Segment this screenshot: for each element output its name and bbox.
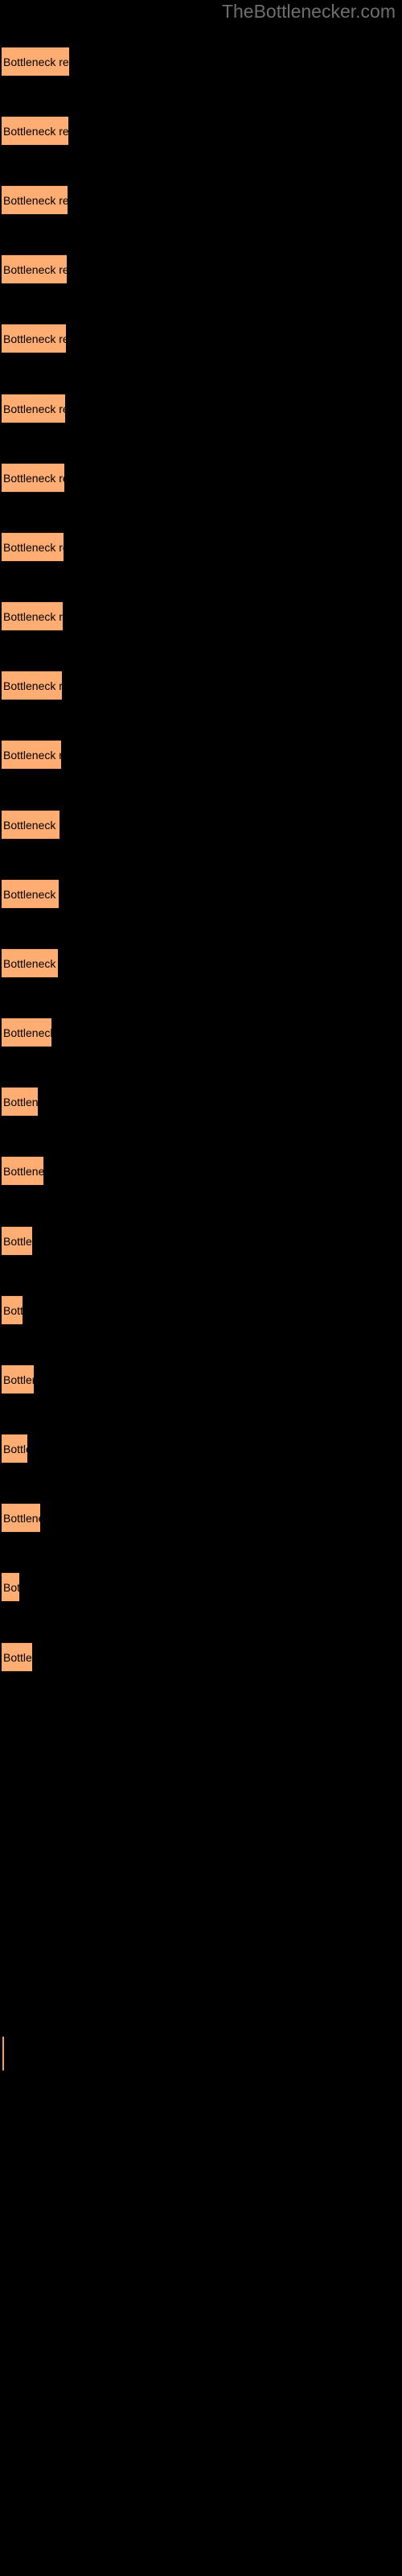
bar-label: Bottleneck result <box>3 956 58 970</box>
bar-label: Bottleneck result <box>3 887 59 901</box>
bar-10[interactable]: Bottleneck result <box>2 671 62 700</box>
bar-label: Bottleneck result <box>3 1303 23 1317</box>
bar-12[interactable]: Bottleneck result <box>2 810 59 840</box>
bar-23[interactable]: Bottleneck result <box>2 1572 19 1602</box>
bar-3[interactable]: Bottleneck result <box>2 185 68 215</box>
bar-6[interactable]: Bottleneck result <box>2 394 65 423</box>
bar-21[interactable]: Bottleneck result <box>2 1434 27 1463</box>
bar-label: Bottleneck result <box>3 1164 43 1178</box>
bar-label: Bottleneck result <box>3 540 64 554</box>
bar-13[interactable]: Bottleneck result <box>2 879 59 909</box>
bar-18[interactable]: Bottleneck result <box>2 1226 32 1256</box>
bar-label: Bottleneck result <box>3 818 59 832</box>
chart-root: TheBottlenecker.com Bottleneck resultBot… <box>0 0 402 2576</box>
bar-24[interactable]: Bottleneck result <box>2 1642 32 1672</box>
bar-15[interactable]: Bottleneck result <box>2 1018 51 1047</box>
bar-label: Bottleneck result <box>3 1511 40 1525</box>
bar-14[interactable]: Bottleneck result <box>2 948 58 978</box>
bar-7[interactable]: Bottleneck result <box>2 463 64 493</box>
bar-label: Bottleneck result <box>3 1580 19 1594</box>
bar-label: Bottleneck result <box>3 471 64 485</box>
bar-label: Bottleneck result <box>3 55 69 68</box>
bar-label: Bottleneck result <box>3 262 67 276</box>
bar-17[interactable]: Bottleneck result <box>2 1156 43 1186</box>
bar-2[interactable]: Bottleneck result <box>2 116 68 146</box>
bar-22[interactable]: Bottleneck result <box>2 1503 40 1533</box>
bar-label: Bottleneck result <box>3 124 68 138</box>
bar-9[interactable]: Bottleneck result <box>2 601 63 631</box>
bar-label: Bottleneck result <box>3 1095 38 1108</box>
bar-label: Bottleneck result <box>3 679 62 692</box>
bar-label: Bottleneck result <box>3 402 65 415</box>
bar-label: Bottleneck result <box>3 609 63 623</box>
bar-label: Bottleneck result <box>3 332 66 345</box>
bar-8[interactable]: Bottleneck result <box>2 532 64 562</box>
bar-label: Bottleneck result <box>3 1234 32 1248</box>
bar-chart-plot-area: Bottleneck result Bottleneck result Bottle… <box>0 0 402 2576</box>
bar-4[interactable]: Bottleneck result <box>2 254 67 284</box>
bar-label: Bottleneck result <box>3 748 61 762</box>
axis-tick-marker <box>2 2037 4 2070</box>
bar-label: Bottleneck result <box>3 1026 51 1039</box>
bar-1[interactable]: Bottleneck result <box>2 47 69 76</box>
bar-16[interactable]: Bottleneck result <box>2 1087 38 1117</box>
bar-label: Bottleneck result <box>3 1650 32 1664</box>
bar-11[interactable]: Bottleneck result <box>2 740 61 770</box>
bar-label: Bottleneck result <box>3 1442 27 1455</box>
bar-label: Bottleneck result <box>3 1373 34 1386</box>
bar-20[interactable]: Bottleneck result <box>2 1364 34 1394</box>
bar-label: Bottleneck result <box>3 193 68 207</box>
bar-19[interactable]: Bottleneck result <box>2 1295 23 1325</box>
bar-5[interactable]: Bottleneck result <box>2 324 66 353</box>
